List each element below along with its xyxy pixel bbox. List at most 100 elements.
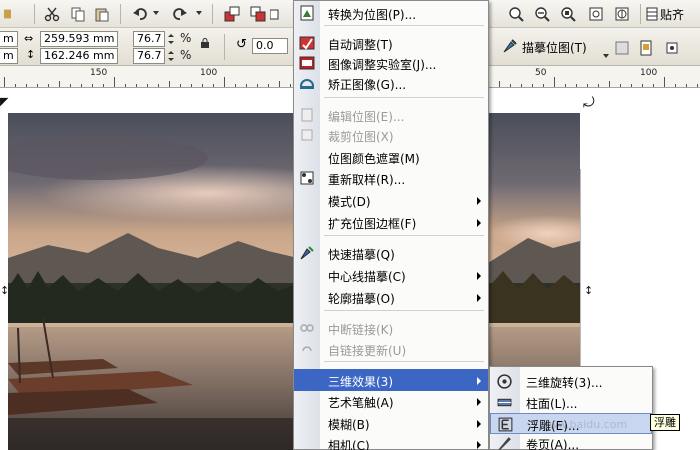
submenu-item[interactable]: 三维旋转(3)... [490,371,652,392]
menu-item[interactable]: 模式(D) [294,189,488,211]
zoom-page-icon[interactable] [558,4,578,24]
ruler-tick [26,84,27,87]
ruler-tick [257,84,258,87]
copy-icon[interactable] [68,4,88,24]
menu-item-label: 矫正图像(G)... [328,78,407,92]
selection-handle[interactable]: ◤ [0,95,8,108]
scissors-icon[interactable] [42,4,62,24]
menu-item[interactable]: 重新取样(R)... [294,167,488,189]
ruler-tick [125,84,126,87]
menu-item[interactable]: 轮廓描摹(O) [294,286,488,308]
trace-bitmap-button[interactable]: 描摹位图(T) [522,39,587,56]
percent-label: % [180,31,192,45]
submenu-item[interactable]: 柱面(L)... [490,392,652,413]
auto-adjust-icon [299,35,315,51]
zoom-out-icon[interactable] [532,4,552,24]
ruler-tick [598,84,599,87]
submenu-arrow-icon [477,398,481,406]
y-position-field[interactable]: m [0,48,18,64]
quick-trace-icon [299,245,315,261]
snap-label[interactable]: 贴齐 [660,6,684,23]
redo-icon[interactable] [170,4,190,24]
menu-item[interactable]: 扩充位图边框(F) [294,211,488,233]
export-icon[interactable] [248,4,268,24]
undo-icon[interactable] [130,4,150,24]
ruler-label: 50 [535,68,547,78]
height-field[interactable]: 162.246 mm [40,48,118,64]
ruler-label: 100 [640,68,658,78]
menu-item[interactable]: 转换为位图(P)... [294,2,488,24]
partial-left-icon[interactable] [4,4,18,24]
menu-item[interactable]: 快速描摹(Q) [294,242,488,264]
rotate-handle[interactable]: ⤾ [583,95,595,111]
cylinder-icon [496,394,513,411]
ruler-tick [510,84,511,87]
menu-item: 中断链接(K) [294,317,488,339]
zoom-width-icon[interactable] [586,4,606,24]
snap-icon[interactable] [646,4,658,24]
x-position-field[interactable]: m [0,31,18,47]
scale-x-spinner[interactable] [166,31,176,47]
ruler-tick [213,84,214,87]
ruler-tick [554,77,555,87]
crop-bitmap-icon[interactable] [612,38,632,58]
menu-item-label: 位图颜色遮罩(M) [328,152,420,166]
redo-dropdown-icon[interactable] [196,11,202,15]
scale-y-field[interactable]: 76.7 [133,48,165,64]
height-arrow-icon: ↕ [26,48,36,61]
import-icon[interactable] [222,4,242,24]
scale-x-field[interactable]: 76.7 [133,31,165,47]
edit-bitmap-icon[interactable] [636,38,656,58]
resample-icon[interactable] [662,38,682,58]
submenu-arrow-icon [477,377,481,385]
paste-icon[interactable] [92,4,112,24]
menu-item[interactable]: 艺术笔触(A) [294,390,488,412]
menu-item[interactable]: 自动调整(T) [294,32,488,54]
scale-y-spinner[interactable] [166,48,176,64]
menu-item[interactable]: 图像调整实验室(J)... [294,52,488,74]
submenu-arrow-icon [477,197,481,205]
zoom-fit-icon[interactable] [612,4,632,24]
menu-item-label: 裁剪位图(X) [328,130,394,144]
trace-dropdown-icon[interactable] [603,54,609,58]
menu-item[interactable]: 中心线描摹(C) [294,264,488,286]
menu-item-label: 转换为位图(P)... [328,8,417,22]
menu-item-label: 三维效果(3) [328,375,393,389]
ruler-tick [642,84,643,87]
menu-item-label: 模式(D) [328,195,371,209]
undo-dropdown-icon[interactable] [153,11,159,15]
trace-bitmap-icon[interactable] [502,38,518,54]
ruler-tick [191,84,192,87]
menu-separator [324,97,484,98]
zoom-in-icon[interactable] [506,4,526,24]
submenu-arrow-icon [477,294,481,302]
menu-separator [324,25,484,26]
ruler-tick [180,84,181,87]
menu-item[interactable]: 矫正图像(G)... [294,72,488,94]
partial-icon[interactable] [270,4,280,24]
ruler-tick [620,84,621,87]
ruler-tick [48,84,49,87]
menu-item[interactable]: 三维效果(3) [294,369,488,391]
ruler-tick [224,77,225,87]
menu-item-label: 重新取样(R)... [328,173,406,187]
ruler-tick [92,84,93,87]
ruler-tick [576,84,577,87]
width-field[interactable]: 259.593 mm [40,31,118,47]
menu-separator [324,310,484,311]
resample-icon [299,170,315,186]
menu-item[interactable]: 位图颜色遮罩(M) [294,146,488,168]
lock-ratio-icon[interactable] [200,38,210,48]
ruler-tick [565,84,566,87]
ruler-tick [653,84,654,87]
submenu-arrow-icon [477,420,481,428]
menu-item[interactable]: 模糊(B) [294,412,488,434]
menu-item[interactable]: 相机(C) [294,433,488,450]
ruler-tick [587,84,588,87]
crop-bitmap-icon [299,127,315,143]
ruler-tick [543,84,544,87]
menu-separator [324,361,484,362]
rotation-field[interactable]: 0.0 [252,38,288,54]
menu-item-label: 轮廓描摹(O) [328,292,395,306]
submenu-item[interactable]: 卷页(A)... [490,433,652,450]
